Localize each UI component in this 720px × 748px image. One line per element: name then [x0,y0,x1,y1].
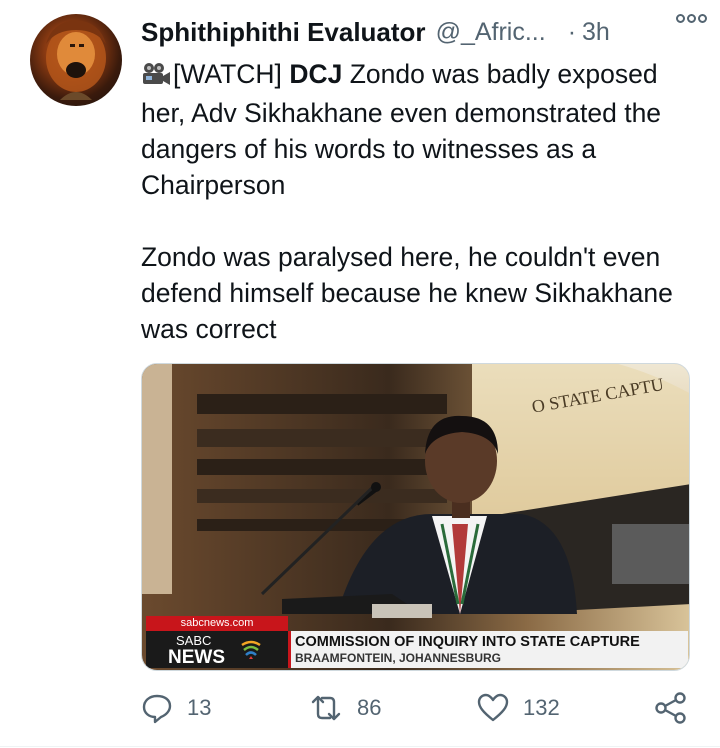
tweet-actions: 13 86 132 [141,688,701,728]
ticker-location: BRAAMFONTEIN, JOHANNESBURG [295,651,502,665]
share-button[interactable] [654,688,688,728]
retweet-count: 86 [357,695,382,720]
tweet-text: [WATCH] DCJ Zondo was badly exposed her,… [141,56,701,347]
news-ticker: COMMISSION OF INQUIRY INTO STATE CAPTURE… [288,631,688,668]
sabc-waves-icon [241,640,261,659]
reply-button[interactable]: 13 [141,688,211,728]
sabc-brand-bottom: NEWS [168,647,225,668]
share-icon [655,692,686,724]
more-options-icon[interactable] [674,8,708,28]
movie-camera-icon [141,59,171,95]
tweet-header: Sphithiphithi Evaluator @_Afric... · 3h [141,14,701,50]
retweet-icon [311,695,341,721]
ticker-title: COMMISSION OF INQUIRY INTO STATE CAPTURE [295,634,640,650]
news-lower-third: sabcnews.com SABC NEWS COMMISSION OF INQ… [142,616,689,670]
timestamp[interactable]: 3h [582,18,610,47]
reply-count: 13 [187,695,212,720]
watch-tag: [WATCH] [173,59,282,89]
sabc-news-logo: SABC NEWS [146,631,288,668]
bold-word: DCJ [289,59,343,89]
like-count: 132 [523,695,560,720]
user-handle[interactable]: @_Afric... [436,18,546,47]
separator-dot: · [567,17,577,46]
like-button[interactable]: 132 [477,688,560,728]
heart-icon [477,693,509,722]
sabc-brand-top: SABC [176,633,212,648]
avatar[interactable] [30,14,122,106]
reply-icon [142,694,172,724]
tweet-paragraph-2: Zondo was paralysed here, he couldn't ev… [141,242,673,344]
tweet-media-video[interactable]: O STATE CAPTU sabcnews.com SABC NEWS COM… [141,363,690,671]
display-name[interactable]: Sphithiphithi Evaluator [141,17,426,48]
divider [0,746,720,747]
sabc-url: sabcnews.com [146,616,288,631]
retweet-button[interactable]: 86 [309,688,381,728]
